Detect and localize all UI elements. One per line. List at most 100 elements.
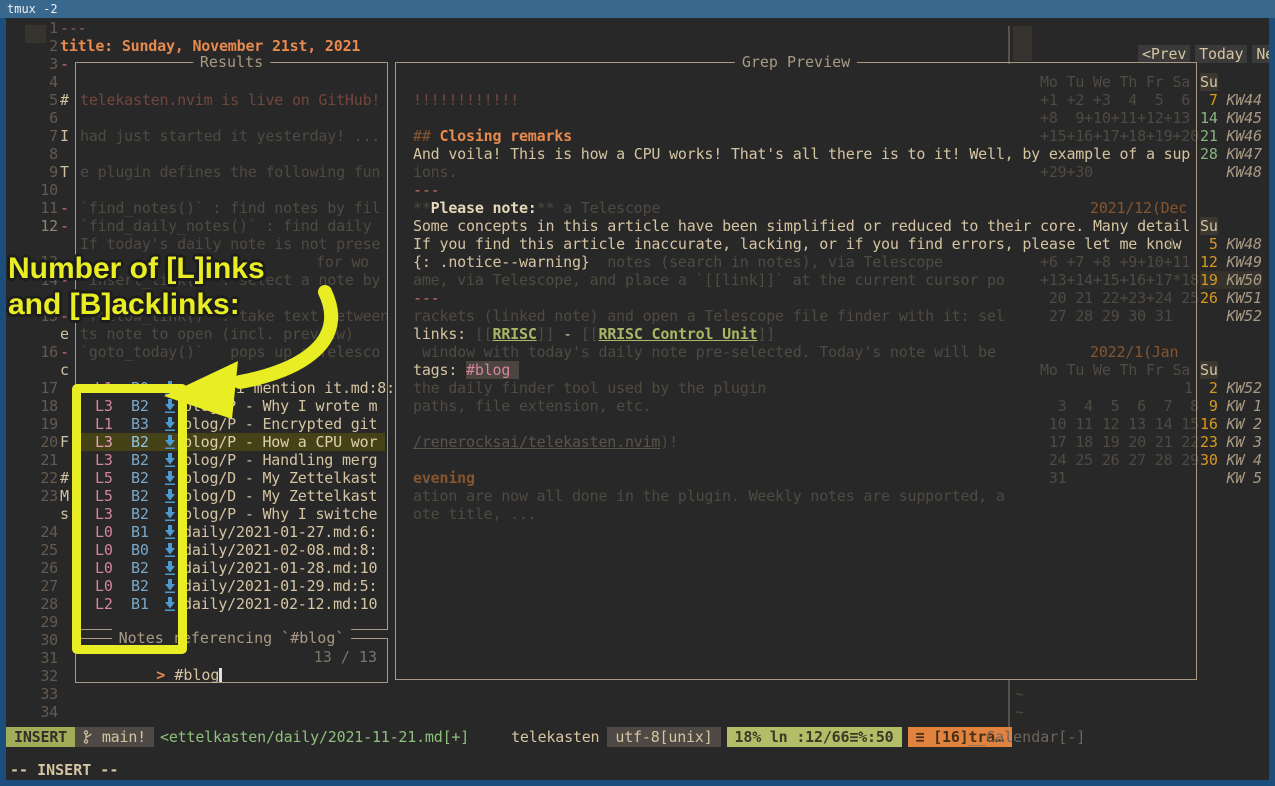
buffer-line: T xyxy=(60,163,69,181)
statusline-segment-mode: INSERT xyxy=(6,727,75,747)
line-number: 31 xyxy=(24,649,58,667)
result-text: blog/P - Why I wrote m xyxy=(183,397,377,415)
annotation-line-1: Number of [L]inks xyxy=(8,251,265,287)
line-number: 2 xyxy=(24,37,58,55)
git-branch-icon xyxy=(83,728,102,746)
result-text: blog/P - Why I switche xyxy=(183,505,377,523)
result-count: 13 / 13 xyxy=(314,648,377,666)
line-number: 34 xyxy=(24,703,58,721)
calendar-sunday-header: Su xyxy=(1200,217,1218,235)
line-number: 7 xyxy=(24,127,58,145)
line-number: 32 xyxy=(24,667,58,685)
statusline-segment-label: utf-8[unix] xyxy=(615,728,712,746)
buffer-line: # xyxy=(60,91,69,109)
calendar-week-sunday: 26 KW51 xyxy=(1200,289,1262,307)
text-cursor xyxy=(219,668,222,682)
line-number: 27 xyxy=(24,577,58,595)
terminal-window: tmux -2 <PrevTodayNext> 1234567891011121… xyxy=(0,0,1275,786)
statusline-segment-label: telekasten xyxy=(511,728,599,746)
line-number: 9 xyxy=(24,163,58,181)
statusline-segment-label: 18% ln :12/66≡%:50 xyxy=(735,728,894,746)
calendar-week-sunday: 7 KW44 xyxy=(1200,91,1262,109)
calendar-today-button[interactable]: Today xyxy=(1195,45,1247,63)
calendar-week-sunday: 14 KW45 xyxy=(1200,109,1262,127)
line-number: 26 xyxy=(24,559,58,577)
calendar-next-button[interactable]: Next> xyxy=(1252,45,1269,63)
buffer-line: - xyxy=(60,217,69,235)
result-text: daily/2021-02-12.md:10 xyxy=(183,595,377,613)
result-text: daily/2021-02-08.md:8: xyxy=(183,541,377,559)
result-text: blog/P - How a CPU wor xyxy=(183,433,377,451)
buffer-line: - xyxy=(60,199,69,217)
calendar-week-sunday: 12 KW49 xyxy=(1200,253,1262,271)
titlebar[interactable]: tmux -2 xyxy=(0,0,1275,18)
window-separator xyxy=(1008,680,1010,727)
line-number: 4 xyxy=(24,73,58,91)
line-number: 12 xyxy=(24,217,58,235)
statusline-segment-path: <ettelkasten/daily/2021-11-21.md[+] xyxy=(154,727,475,747)
buffer-line: # xyxy=(60,469,69,487)
result-text: blog/P - Handling merg xyxy=(183,451,377,469)
window-separator xyxy=(1008,26,1010,64)
result-text: daily/2021-01-29.md:5: xyxy=(183,577,377,595)
statusline-segment-meta: utf-8[unix] xyxy=(607,727,720,747)
titlebar-title: tmux -2 xyxy=(7,2,58,16)
line-number: 5 xyxy=(24,91,58,109)
line-number: 8 xyxy=(24,145,58,163)
calendar-week-sunday: KW48 xyxy=(1200,163,1262,181)
results-window-title: Results xyxy=(193,53,270,71)
calendar-statusline: __Calendar[-] xyxy=(968,727,1085,747)
statusline-segment-label: main! xyxy=(102,728,146,746)
prompt-input[interactable]: > #blog xyxy=(84,648,222,702)
line-number: 21 xyxy=(24,451,58,469)
line-number: 1 xyxy=(24,19,58,37)
buffer-line: - xyxy=(60,55,69,73)
line-number: 19 xyxy=(24,415,58,433)
result-text: blog/D - My Zettelkast xyxy=(183,469,377,487)
prompt-caret-symbol: > xyxy=(156,666,165,684)
prompt-query: #blog xyxy=(174,666,219,684)
line-number: 16 xyxy=(24,343,58,361)
line-number: 6 xyxy=(24,109,58,127)
buffer-line: s xyxy=(60,505,69,523)
line-number xyxy=(24,325,58,343)
line-number xyxy=(24,505,58,523)
line-number: 33 xyxy=(24,685,58,703)
line-number: 3 xyxy=(24,55,58,73)
line-number xyxy=(24,361,58,379)
line-number: 17 xyxy=(24,379,58,397)
calendar-week-sunday: 9 KW 1 xyxy=(1200,397,1262,415)
calendar-week-sunday: 30 KW 4 xyxy=(1200,451,1262,469)
line-number: 10 xyxy=(24,181,58,199)
line-number: 25 xyxy=(24,541,58,559)
line-number: 30 xyxy=(24,631,58,649)
annotation-text: Number of [L]inks and [B]acklinks: xyxy=(8,251,265,323)
statusline-segment-progress: 18% ln :12/66≡%:50 xyxy=(727,727,902,747)
buffer-line: F xyxy=(60,433,69,451)
scrollbar-thumb[interactable] xyxy=(1013,26,1032,61)
calendar-week-sunday: 16 KW 2 xyxy=(1200,415,1262,433)
statusline-segment-label: <ettelkasten/daily/2021-11-21.md[+] xyxy=(160,728,469,746)
mode-message: -- INSERT -- xyxy=(10,760,118,780)
statusline-segment-label: INSERT xyxy=(14,728,67,746)
buffer-line: --- xyxy=(60,19,87,37)
calendar-week-sunday: 5 KW48 xyxy=(1200,235,1262,253)
calendar-prev-button[interactable]: <Prev xyxy=(1138,45,1190,63)
grep-preview-title: Grep Preview xyxy=(735,53,857,71)
calendar-nav: <PrevTodayNext> xyxy=(1085,27,1269,45)
calendar-week-sunday: KW52 xyxy=(1200,307,1262,325)
line-number: 24 xyxy=(24,523,58,541)
calendar-week-sunday: 21 KW46 xyxy=(1200,127,1262,145)
buffer-line: - xyxy=(60,343,69,361)
result-text: daily/2021-01-27.md:6: xyxy=(183,523,377,541)
statusline-segment-plain: telekasten xyxy=(503,727,607,747)
empty-buffer-tilde: ~ xyxy=(1015,685,1024,703)
annotation-line-2: and [B]acklinks: xyxy=(8,287,265,323)
line-number: 11 xyxy=(24,199,58,217)
buffer-line: c xyxy=(60,361,69,379)
buffer-line: M xyxy=(60,487,69,505)
calendar-week-sunday: 23 KW 3 xyxy=(1200,433,1262,451)
calendar-week-sunday: 19 KW50 xyxy=(1200,271,1262,289)
line-number: 20 xyxy=(24,433,58,451)
annotation-highlight-box xyxy=(72,384,187,654)
